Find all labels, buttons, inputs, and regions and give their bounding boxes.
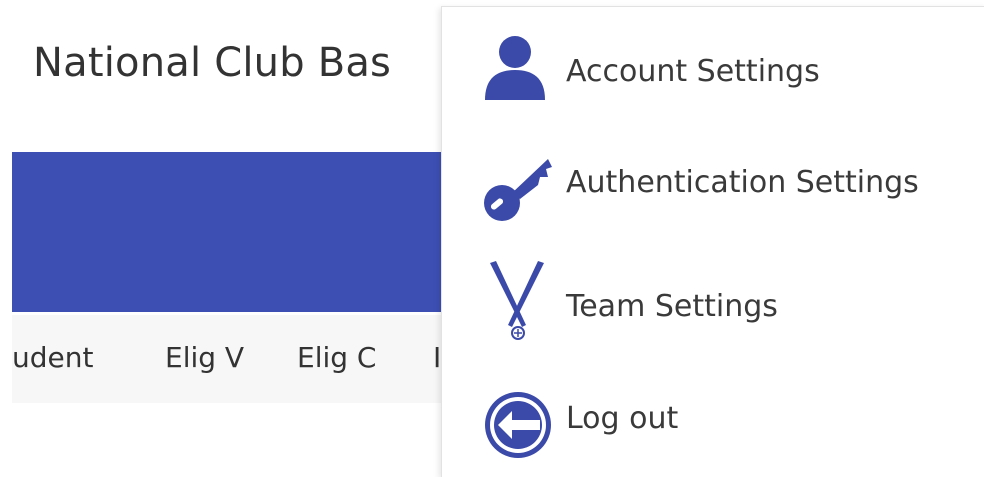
menu-label: Authentication Settings [566,165,919,200]
nav-item-elig-c[interactable]: Elig C [297,341,376,374]
logout-icon [482,389,554,465]
menu-label: Log out [566,401,679,436]
page-title: National Club Bas [33,40,392,86]
menu-label: Team Settings [566,289,778,324]
menu-item-account-settings[interactable]: Account Settings [442,14,984,124]
crossed-bats-icon [482,261,552,345]
menu-item-log-out[interactable]: Log out [442,357,984,467]
user-icon [482,34,548,108]
key-icon [482,153,552,227]
menu-item-team-settings[interactable]: Team Settings [442,239,984,349]
account-dropdown-menu: Account Settings Authentication Settings… [441,6,984,477]
menu-item-authentication-settings[interactable]: Authentication Settings [442,127,984,237]
menu-label: Account Settings [566,54,820,89]
header-banner [12,152,472,312]
nav-item-elig-v[interactable]: Elig V [165,341,244,374]
nav-item-student[interactable]: udent [12,341,93,374]
